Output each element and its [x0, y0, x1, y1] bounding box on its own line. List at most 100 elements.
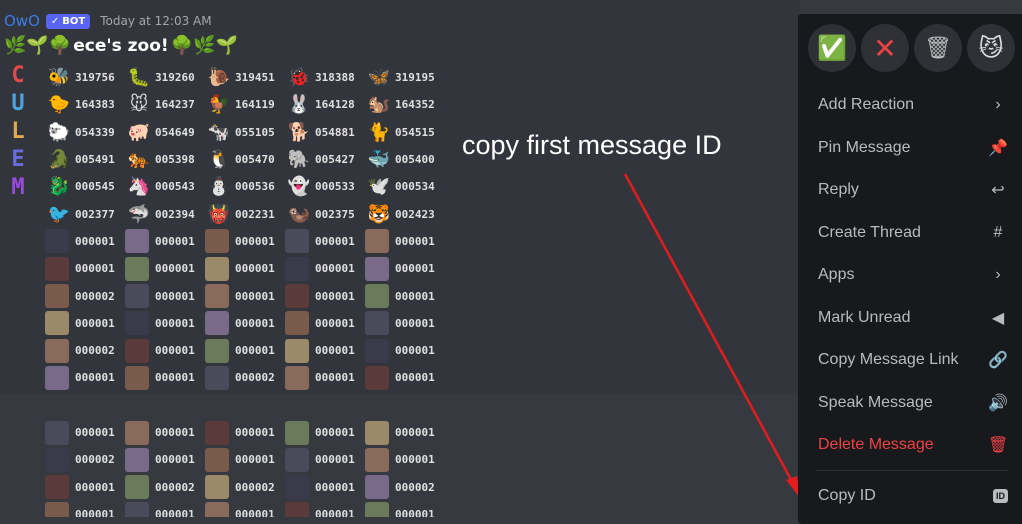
animal-count: 319195	[395, 71, 435, 85]
animal-image-icon	[285, 365, 309, 390]
animal-count: 000001	[315, 344, 355, 358]
animal-image-icon	[45, 502, 69, 517]
animal-count: 164383	[75, 98, 115, 112]
zoo-row: 000001 000001 000001 000001 000001	[45, 255, 445, 282]
menu-item-add-reaction[interactable]: Add Reaction ›	[808, 87, 1018, 123]
zoo-row: 000001 000002 000002 000001 000002	[45, 473, 445, 500]
menu-item-pin-message[interactable]: Pin Message 📌	[808, 130, 1018, 166]
zoo-title: ece's zoo!	[73, 36, 169, 56]
menu-item-delete-message[interactable]: Delete Message 🗑	[808, 427, 1018, 463]
zoo-entry: 000001	[365, 447, 445, 472]
animal-count: 000001	[75, 507, 115, 517]
menu-item-mark-unread[interactable]: Mark Unread ◀	[808, 300, 1018, 336]
zoo-entry: 🐛 319260	[125, 66, 205, 90]
zoo-entry: 000001	[45, 229, 125, 254]
animal-emoji-icon: 🐅	[127, 149, 151, 171]
animal-image-icon	[365, 502, 389, 517]
menu-item-apps[interactable]: Apps ›	[808, 257, 1018, 293]
animal-image-icon	[205, 420, 229, 445]
menu-item-copy-id[interactable]: Copy ID ID	[808, 478, 1018, 514]
menu-item-create-thread[interactable]: Create Thread #	[808, 215, 1018, 251]
animal-image-icon	[285, 256, 309, 281]
zoo-row: 🐑 054339 🐖 054649 🐄 055105 🐕 054881 🐈 054515	[45, 119, 445, 146]
zoo-entry: 000001	[45, 365, 125, 390]
check-mark-react-icon: ✅	[817, 34, 847, 62]
animal-count: 000001	[235, 234, 275, 248]
zoo-entry: 🐿️ 164352	[365, 93, 445, 117]
wastebasket-react[interactable]: 🗑	[914, 24, 962, 72]
animal-image-icon	[205, 229, 229, 254]
zoo-entry: 👹 002231	[205, 202, 285, 226]
menu-item-label: Copy ID	[818, 487, 876, 504]
animal-count: 000001	[155, 453, 195, 467]
message-timestamp[interactable]: Today at 12:03 AM	[100, 14, 211, 28]
zoo-entry: 🦦 002375	[285, 202, 365, 226]
animal-emoji-icon: 🦦	[287, 203, 311, 225]
animal-count: 000545	[75, 180, 115, 194]
zoo-entry: 000001	[125, 502, 205, 517]
zoo-entry: 🐳 005400	[365, 148, 445, 172]
zoo-entry: 000001	[45, 502, 125, 517]
animal-emoji-icon: 🐦	[47, 203, 71, 225]
animal-count: 000001	[155, 507, 195, 517]
rank-letter: U	[11, 91, 25, 116]
zoo-entry: 000001	[285, 502, 365, 517]
zoo-entry: 000001	[365, 284, 445, 309]
menu-item-reply[interactable]: Reply ↩	[808, 172, 1018, 208]
animal-count: 002377	[75, 207, 115, 221]
zoo-entry: 🦈 002394	[125, 202, 205, 226]
animal-image-icon	[365, 256, 389, 281]
zoo-entry: 000002	[365, 475, 445, 500]
zoo-grid: 🐝 319756 🐛 319260 🐌 319451 🐞 318388 🦋 319195 🐤 1643…	[45, 64, 445, 517]
animal-count: 005398	[155, 153, 195, 167]
smirk-cat-react-icon: 😼	[978, 34, 1004, 62]
animal-count: 000001	[395, 453, 435, 467]
animal-count: 000001	[75, 480, 115, 494]
link-icon: 🔗	[988, 352, 1008, 369]
rank-letters-column: CULEM	[2, 62, 34, 202]
zoo-entry: ⛄ 000536	[205, 175, 285, 199]
animal-image-icon	[285, 475, 309, 500]
zoo-entry: 000001	[285, 256, 365, 281]
animal-count: 000001	[155, 316, 195, 330]
animal-image-icon	[365, 475, 389, 500]
animal-image-icon	[45, 338, 69, 363]
smirk-cat-react[interactable]: 😼	[967, 24, 1015, 72]
mark-unread-icon: ◀	[991, 310, 1005, 327]
zoo-entry: 000002	[45, 447, 125, 472]
zoo-entry: 🐘 005427	[285, 148, 365, 172]
rank-letter: E	[11, 147, 25, 172]
zoo-entry: 000001	[125, 447, 205, 472]
zoo-entry: 000001	[125, 338, 205, 363]
bot-badge: ✓ BOT	[45, 13, 91, 29]
animal-image-icon	[125, 502, 149, 517]
cross-mark-react[interactable]: ✕	[861, 24, 909, 72]
animal-count: 319756	[75, 71, 115, 85]
animal-count: 000001	[395, 344, 435, 358]
animal-image-icon	[365, 311, 389, 336]
zoo-entry: 000001	[205, 447, 285, 472]
menu-item-copy-message-link[interactable]: Copy Message Link 🔗	[808, 342, 1018, 378]
check-mark-react[interactable]: ✅	[808, 24, 856, 72]
zoo-entry: 000002	[45, 338, 125, 363]
animal-emoji-icon: 🐝	[47, 67, 71, 89]
animal-count: 319260	[155, 71, 195, 85]
animal-count: 000002	[235, 371, 275, 385]
zoo-entry: 000001	[285, 311, 365, 336]
zoo-row: 000001 000001 000001 000001 000001	[45, 228, 445, 255]
author-name[interactable]: OwO	[4, 12, 40, 30]
animal-image-icon	[125, 311, 149, 336]
animal-count: 000001	[235, 344, 275, 358]
animal-count: 002394	[155, 207, 195, 221]
zoo-entry: 000002	[125, 475, 205, 500]
zoo-entry: 000001	[365, 311, 445, 336]
zoo-entry: 🐯 002423	[365, 202, 445, 226]
animal-image-icon	[125, 475, 149, 500]
animal-emoji-icon: 👹	[207, 203, 231, 225]
menu-item-speak-message[interactable]: Speak Message 🔊	[808, 385, 1018, 421]
quick-reaction-bar: ✅ ✕ 🗑 😼	[808, 24, 1015, 72]
animal-emoji-icon: 🐊	[47, 149, 71, 171]
zoo-row	[45, 392, 445, 419]
menu-item-label: Copy Message Link	[818, 351, 959, 368]
animal-count: 000001	[395, 234, 435, 248]
